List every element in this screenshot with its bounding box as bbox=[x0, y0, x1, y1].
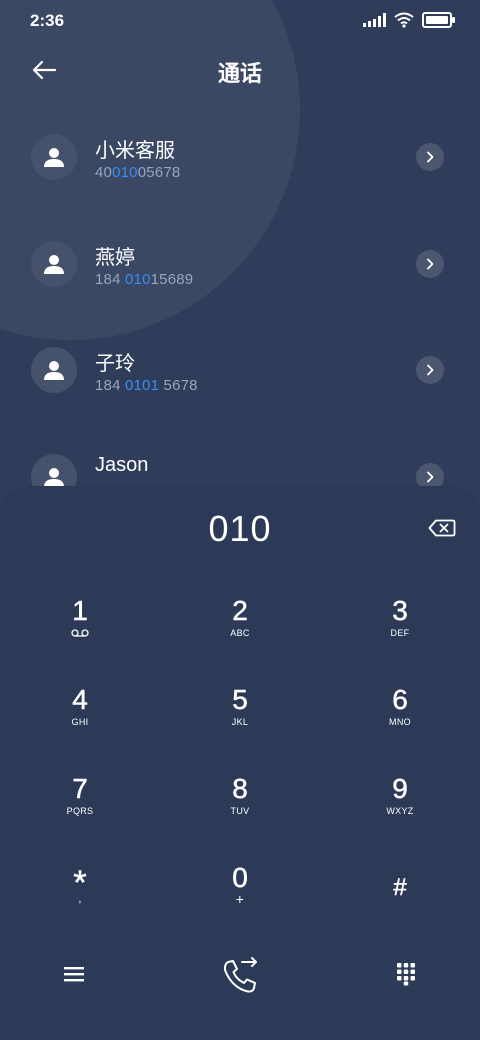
dial-key-hash[interactable]: # bbox=[340, 853, 460, 933]
key-letters: GHI bbox=[71, 717, 89, 727]
call-button[interactable] bbox=[216, 952, 264, 1000]
page-title: 通话 bbox=[217, 61, 262, 86]
status-bar: 2:36 bbox=[0, 0, 480, 42]
backspace-icon bbox=[428, 519, 456, 537]
dial-key-0[interactable]: 0 + bbox=[180, 853, 300, 933]
dial-key-1[interactable]: 1 bbox=[20, 586, 140, 666]
chevron-right-icon bbox=[427, 471, 434, 483]
status-time: 2:36 bbox=[30, 11, 65, 30]
key-digit: 6 bbox=[392, 684, 408, 715]
number-part: 184 bbox=[95, 377, 125, 394]
avatar bbox=[31, 241, 77, 287]
number-part: 15689 bbox=[150, 271, 194, 288]
contact-detail-button[interactable] bbox=[416, 143, 444, 171]
key-letters: JKL bbox=[231, 717, 249, 727]
avatar bbox=[31, 134, 77, 180]
phone-call-icon bbox=[223, 957, 257, 993]
key-letters: ABC bbox=[230, 628, 250, 638]
number-part: 184 bbox=[95, 271, 125, 288]
chevron-right-icon bbox=[427, 364, 434, 376]
dial-key-7[interactable]: 7 PQRS bbox=[20, 764, 140, 844]
key-digit: 5 bbox=[232, 684, 248, 715]
key-digit: 9 bbox=[392, 773, 408, 804]
dialer-screen: 2:36 通话 小米客服 4001005678 燕婷 184 01015689 … bbox=[0, 0, 480, 1040]
signal-icon bbox=[363, 13, 386, 27]
person-icon bbox=[44, 255, 64, 274]
key-digit: 3 bbox=[392, 595, 408, 626]
key-letters: TUV bbox=[230, 806, 250, 816]
dial-key-2[interactable]: 2 ABC bbox=[180, 586, 300, 666]
wifi-icon bbox=[394, 12, 414, 28]
dial-key-9[interactable]: 9 WXYZ bbox=[340, 764, 460, 844]
chevron-right-icon bbox=[427, 151, 434, 163]
key-digit: 2 bbox=[232, 595, 248, 626]
key-letters: , bbox=[78, 893, 82, 905]
number-part: 05678 bbox=[137, 164, 181, 181]
person-icon bbox=[44, 148, 64, 167]
backspace-button[interactable] bbox=[426, 516, 458, 540]
person-icon bbox=[44, 468, 64, 487]
contact-name: 子玲 bbox=[95, 353, 135, 375]
person-icon bbox=[44, 361, 64, 380]
status-icons bbox=[363, 12, 455, 28]
header: 通话 bbox=[0, 48, 480, 92]
contact-item[interactable]: 子玲 184 0101 5678 bbox=[0, 325, 480, 417]
key-digit: 4 bbox=[72, 684, 88, 715]
contact-name: 燕婷 bbox=[95, 247, 135, 269]
number-match: 0101 bbox=[125, 377, 160, 394]
contact-number: 184 01015689 bbox=[95, 271, 193, 288]
contact-number: 184 0101 5678 bbox=[95, 377, 198, 394]
dialer-action-bar bbox=[0, 940, 480, 1020]
dial-key-8[interactable]: 8 TUV bbox=[180, 764, 300, 844]
menu-icon bbox=[64, 967, 84, 982]
key-letters: MNO bbox=[389, 717, 411, 727]
contact-name: 小米客服 bbox=[95, 140, 175, 162]
avatar bbox=[31, 454, 77, 488]
key-digit: 0 bbox=[232, 862, 248, 893]
dialed-number[interactable]: 010 bbox=[0, 508, 480, 550]
menu-button[interactable] bbox=[60, 960, 88, 988]
dial-key-5[interactable]: 5 JKL bbox=[180, 675, 300, 755]
contact-detail-button[interactable] bbox=[416, 250, 444, 278]
contact-name: Jason bbox=[95, 454, 149, 476]
key-letters: + bbox=[235, 891, 245, 907]
chevron-right-icon bbox=[427, 258, 434, 270]
key-letters: DEF bbox=[390, 628, 410, 638]
dialpad-grid-icon bbox=[397, 963, 415, 986]
dial-key-4[interactable]: 4 GHI bbox=[20, 675, 140, 755]
contact-item[interactable]: 小米客服 4001005678 bbox=[0, 112, 480, 204]
contact-detail-button[interactable] bbox=[416, 356, 444, 384]
number-part: 40 bbox=[95, 164, 113, 181]
dial-key-star[interactable]: * , bbox=[20, 853, 140, 933]
key-digit: 8 bbox=[232, 773, 248, 804]
contact-number: 4001005678 bbox=[95, 164, 180, 181]
avatar bbox=[31, 347, 77, 393]
contact-list: 小米客服 4001005678 燕婷 184 01015689 子玲 184 0… bbox=[0, 112, 480, 488]
number-match: 010 bbox=[125, 271, 151, 288]
number-match: 010 bbox=[112, 164, 138, 181]
contact-item[interactable]: 燕婷 184 01015689 bbox=[0, 219, 480, 311]
key-digit: 7 bbox=[72, 773, 88, 804]
battery-icon bbox=[422, 12, 455, 28]
dial-key-6[interactable]: 6 MNO bbox=[340, 675, 460, 755]
contact-detail-button[interactable] bbox=[416, 463, 444, 488]
voicemail-icon bbox=[71, 629, 89, 637]
contact-item[interactable]: Jason bbox=[0, 432, 480, 488]
key-letters: PQRS bbox=[66, 806, 94, 816]
dialpad-toggle-button[interactable] bbox=[392, 960, 420, 988]
key-digit: 1 bbox=[72, 595, 88, 626]
key-letters: WXYZ bbox=[386, 806, 414, 816]
dial-key-3[interactable]: 3 DEF bbox=[340, 586, 460, 666]
number-part: 5678 bbox=[159, 377, 198, 394]
key-digit: # bbox=[393, 874, 407, 902]
